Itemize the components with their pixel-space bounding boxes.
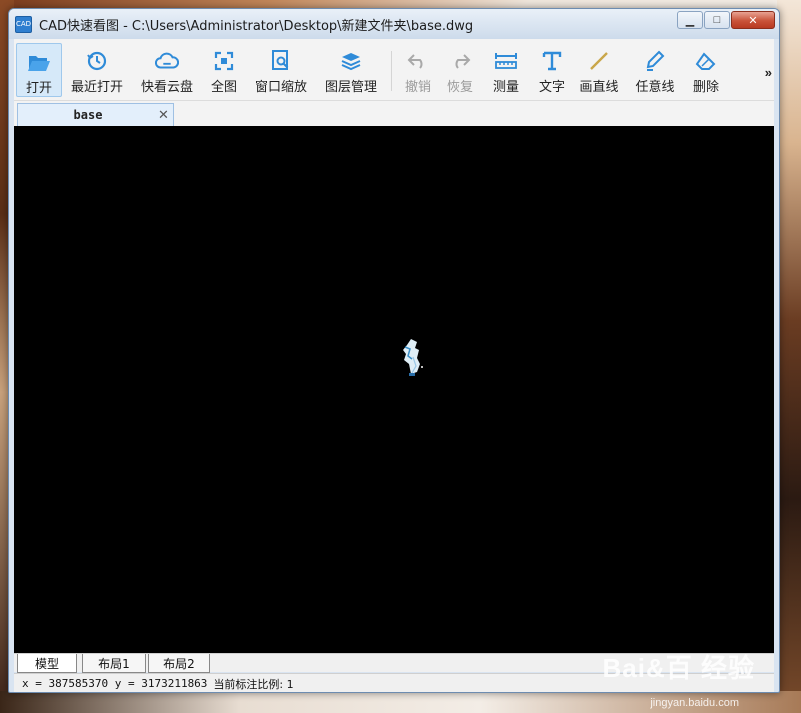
window-controls: ▁ □ ✕ xyxy=(677,11,775,29)
zoom-window-button[interactable]: 窗口缩放 xyxy=(252,43,310,97)
redo-button[interactable]: 恢复 xyxy=(442,43,478,97)
maximize-button[interactable]: □ xyxy=(704,11,730,29)
eraser-icon xyxy=(694,49,718,73)
toolbar-label: 删除 xyxy=(692,80,719,95)
toolbar-label: 全图 xyxy=(210,80,237,95)
toolbar-label: 打开 xyxy=(25,81,52,96)
freehand-pen-icon xyxy=(643,49,667,73)
cursor-coordinates: x = 387585370 y = 3173211863 xyxy=(22,677,208,690)
draw-line-button[interactable]: 画直线 xyxy=(576,43,622,97)
tab-layout2[interactable]: 布局2 xyxy=(148,654,210,673)
undo-icon xyxy=(406,49,430,73)
toolbar-label: 图层管理 xyxy=(324,80,377,95)
history-icon xyxy=(85,49,109,73)
recent-open-button[interactable]: 最近打开 xyxy=(68,43,126,97)
open-button[interactable]: 打开 xyxy=(16,43,62,97)
cloud-icon xyxy=(155,49,179,73)
cad-drawing-content xyxy=(397,337,427,384)
toolbar-separator xyxy=(391,51,392,91)
drawing-canvas[interactable] xyxy=(14,126,774,653)
tab-model[interactable]: 模型 xyxy=(17,654,77,673)
toolbar-label: 画直线 xyxy=(579,80,619,95)
delete-button[interactable]: 删除 xyxy=(688,43,724,97)
layer-manager-button[interactable]: 图层管理 xyxy=(322,43,380,97)
fit-all-button[interactable]: 全图 xyxy=(206,43,242,97)
toolbar-label: 文字 xyxy=(538,80,565,95)
folder-open-icon xyxy=(27,50,51,74)
baidu-watermark: Bai&百 经验 xyxy=(602,653,755,683)
redo-icon xyxy=(448,49,472,73)
text-button[interactable]: 文字 xyxy=(534,43,570,97)
document-tab[interactable]: base ✕ xyxy=(17,103,174,126)
undo-button[interactable]: 撤销 xyxy=(400,43,436,97)
toolbar-label: 任意线 xyxy=(635,80,675,95)
app-icon: CAD xyxy=(15,15,32,33)
cloud-disk-button[interactable]: 快看云盘 xyxy=(138,43,196,97)
annotation-scale: 当前标注比例: 1 xyxy=(213,677,294,691)
title-bar[interactable]: CAD CAD快速看图 - C:\Users\Administrator\Des… xyxy=(9,9,779,39)
desktop-wallpaper-right xyxy=(777,0,801,713)
fit-all-icon xyxy=(212,49,236,73)
measure-icon xyxy=(494,49,518,73)
toolbar-label: 最近打开 xyxy=(70,80,123,95)
toolbar-label: 撤销 xyxy=(404,80,431,95)
baidu-watermark-url: jingyan.baidu.com xyxy=(650,697,739,709)
window-title: CAD快速看图 - C:\Users\Administrator\Desktop… xyxy=(39,18,474,34)
minimize-button[interactable]: ▁ xyxy=(677,11,703,29)
close-button[interactable]: ✕ xyxy=(731,11,775,29)
measure-button[interactable]: 测量 xyxy=(488,43,524,97)
zoom-window-icon xyxy=(269,49,293,73)
document-tab-name: base xyxy=(73,108,103,122)
cad-viewer-window: CAD CAD快速看图 - C:\Users\Administrator\Des… xyxy=(8,8,780,693)
document-tab-strip: base ✕ xyxy=(14,101,774,126)
text-icon xyxy=(540,49,564,73)
toolbar-label: 测量 xyxy=(492,80,519,95)
toolbar-label: 恢复 xyxy=(446,80,473,95)
toolbar-label: 窗口缩放 xyxy=(254,80,307,95)
freehand-line-button[interactable]: 任意线 xyxy=(632,43,678,97)
toolbar-label: 快看云盘 xyxy=(140,80,193,95)
close-icon[interactable]: ✕ xyxy=(158,107,169,123)
line-icon xyxy=(587,49,611,73)
main-toolbar: 打开 最近打开 快看云盘 全图 窗口缩放 图层管理 撤销 恢复 测量 文字 画直… xyxy=(14,39,774,101)
tab-layout1[interactable]: 布局1 xyxy=(82,654,146,673)
toolbar-more-button[interactable]: » xyxy=(765,65,772,80)
layers-icon xyxy=(339,49,363,73)
